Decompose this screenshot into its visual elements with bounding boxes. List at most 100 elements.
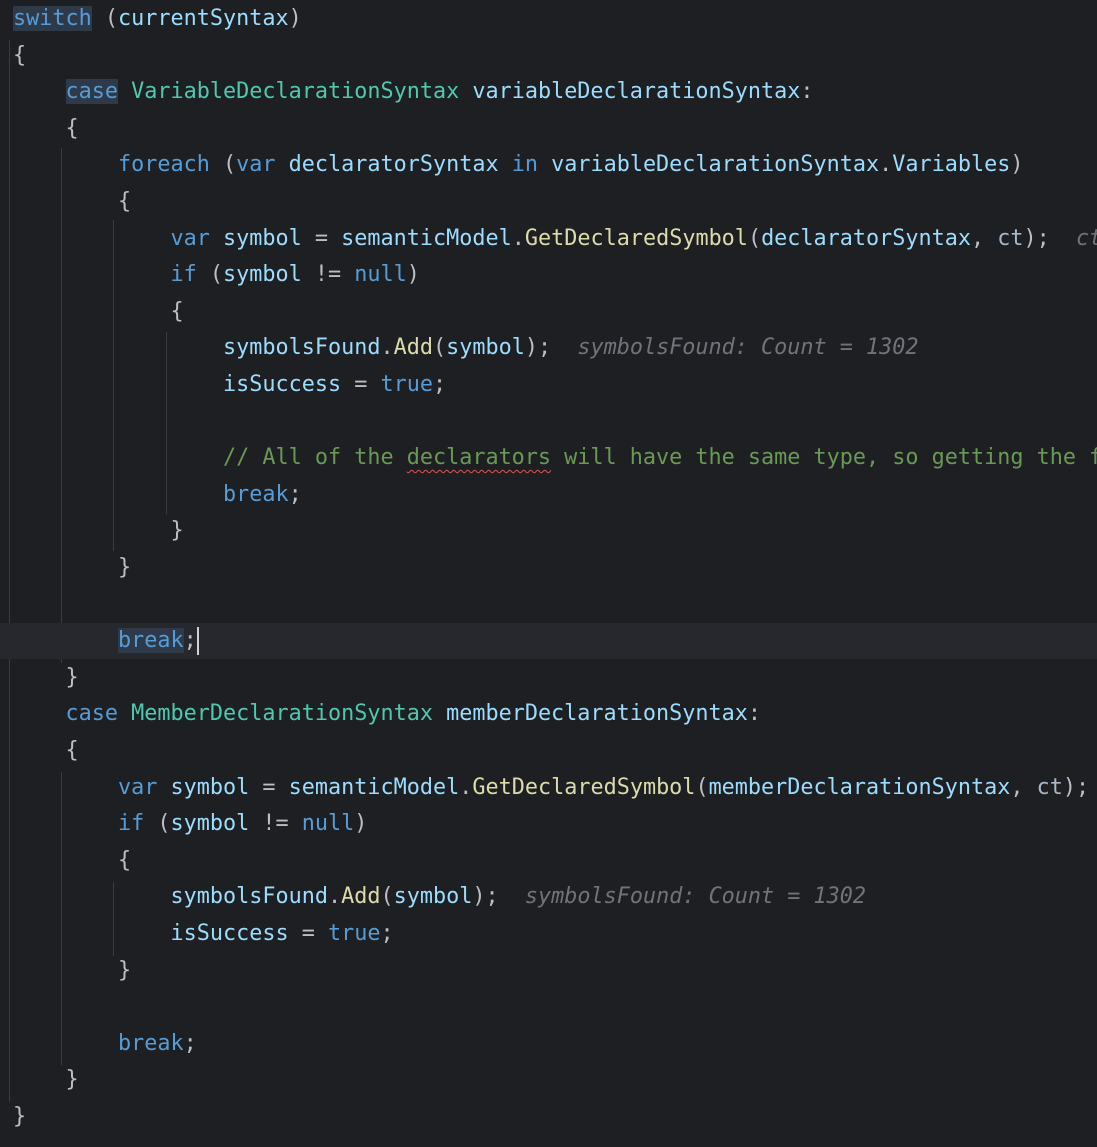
code-line[interactable]: if (symbol != null) [0,806,1097,842]
punctuation-token [13,372,223,397]
punctuation-token [275,152,288,177]
keyword-token: null [301,811,355,837]
code-line[interactable]: break; [0,1026,1097,1062]
code-line[interactable]: } [0,953,1097,989]
method-token: Add [393,335,433,361]
punctuation-token [13,1031,118,1056]
keyword-token: var [117,774,158,800]
code-line[interactable]: { [0,733,1097,769]
punctuation-token: { [13,738,79,763]
code-editor[interactable]: switch (currentSyntax) { case VariableDec… [0,0,1097,1147]
code-line[interactable]: { [0,184,1097,220]
punctuation-token: ( [380,884,394,910]
identifier-token: symbol [393,884,473,910]
code-line[interactable]: { [0,111,1097,147]
method-token: Add [341,884,381,910]
code-line[interactable]: } [0,550,1097,586]
code-line[interactable]: var symbol = semanticModel.GetDeclaredSy… [0,770,1097,806]
punctuation-token [13,701,66,726]
punctuation-token: { [13,42,27,68]
punctuation-token: ( [91,6,118,31]
code-line[interactable]: break; [0,477,1097,513]
punctuation-token: } [13,664,79,690]
punctuation-token: ); [1023,225,1050,251]
punctuation-token [13,884,170,909]
identifier-token: semanticModel [288,774,460,800]
type-token: MemberDeclarationSyntax [131,701,433,727]
identifier-token: variableDeclarationSyntax [472,79,801,105]
code-line[interactable]: var symbol = semanticModel.GetDeclaredSy… [0,221,1097,257]
code-line[interactable]: } [0,660,1097,696]
punctuation-token [13,262,170,287]
method-token: GetDeclaredSymbol [524,225,748,251]
keyword-token: break [117,628,184,654]
keyword-token: case [65,79,118,105]
identifier-token: symbolsFound [170,884,328,910]
parameter-token: ct [1036,774,1063,800]
code-line[interactable]: isSuccess = true; [0,916,1097,952]
identifier-token: symbol [170,811,250,837]
punctuation-token: ; [183,628,197,654]
punctuation-token: { [13,189,132,214]
punctuation-token [157,775,170,800]
punctuation-token [13,445,223,470]
current-code-line[interactable]: break; [0,623,1097,660]
spelling-error-token: declarators [406,445,552,471]
punctuation-token [118,79,131,104]
punctuation-token: } [13,555,132,580]
punctuation-token [499,152,512,177]
code-line[interactable] [0,587,1097,623]
identifier-token: isSuccess [222,372,342,397]
punctuation-token: = [288,921,328,946]
code-line[interactable] [0,989,1097,1025]
punctuation-token [210,226,223,251]
punctuation-token [13,775,118,800]
punctuation-token: } [13,518,184,544]
punctuation-token: ; [288,481,302,507]
keyword-token: true [327,921,381,946]
code-line[interactable]: } [0,1062,1097,1098]
punctuation-token: { [13,115,79,141]
punctuation-token: ; [432,372,447,397]
identifier-token: memberDeclarationSyntax [708,774,1011,800]
code-line[interactable]: } [0,1099,1097,1135]
code-line[interactable]: } [0,513,1097,549]
code-line[interactable]: { [0,38,1097,74]
inlay-hint: symbolsFound: Count = 1302 [577,335,919,361]
punctuation-token: } [13,957,132,983]
punctuation-token: = [301,225,342,251]
punctuation-token: } [13,1067,79,1093]
punctuation-token [433,701,446,726]
code-line[interactable]: // All of the declarators will have the … [0,440,1097,476]
punctuation-token [13,79,66,104]
identifier-token: symbolsFound [222,335,381,361]
method-token: GetDeclaredSymbol [472,774,696,800]
identifier-token: variableDeclarationSyntax [551,152,880,178]
keyword-token: switch [13,6,92,31]
code-line[interactable] [0,404,1097,440]
code-line[interactable]: { [0,843,1097,879]
punctuation-token: . [879,152,893,178]
identifier-token: isSuccess [170,921,289,946]
punctuation-token: . [380,335,394,361]
keyword-token: null [354,262,407,288]
identifier-token: symbol [170,774,250,800]
code-line[interactable]: if (symbol != null) [0,257,1097,293]
code-line[interactable]: symbolsFound.Add(symbol); symbolsFound: … [0,330,1097,366]
punctuation-token [118,701,131,726]
code-line[interactable]: switch (currentSyntax) [0,1,1097,37]
code-line[interactable]: case VariableDeclarationSyntax variableD… [0,74,1097,110]
punctuation-token: ; [380,921,394,946]
punctuation-token: . [327,884,342,910]
code-line[interactable]: symbolsFound.Add(symbol); symbolsFound: … [0,879,1097,915]
punctuation-token: ) [1010,152,1024,178]
punctuation-token: = [249,774,289,800]
punctuation-token [13,482,223,507]
punctuation-token: : [800,79,814,105]
code-line[interactable]: { [0,294,1097,330]
code-line[interactable]: case MemberDeclarationSyntax memberDecla… [0,696,1097,732]
code-line[interactable]: isSuccess = true; [0,367,1097,403]
code-line[interactable]: foreach (var declaratorSyntax in variabl… [0,147,1097,183]
punctuation-token [13,921,170,946]
identifier-token: memberDeclarationSyntax [446,701,748,727]
